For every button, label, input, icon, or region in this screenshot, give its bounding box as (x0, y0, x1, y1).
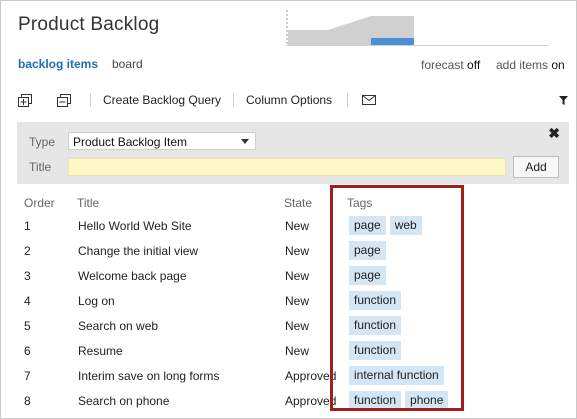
row-state: New (285, 219, 310, 233)
tab-board[interactable]: board (112, 57, 143, 71)
table-row[interactable]: 8 Search on phone Approved function phone (0, 388, 577, 413)
type-select-value: Product Backlog Item (73, 135, 188, 149)
row-title[interactable]: Resume (78, 344, 123, 358)
row-title[interactable]: Interim save on long forms (78, 369, 219, 383)
row-order: 1 (24, 219, 31, 233)
add-button[interactable]: Add (513, 156, 559, 178)
row-title[interactable]: Change the initial view (78, 244, 198, 258)
row-order: 7 (24, 369, 31, 383)
row-title[interactable]: Hello World Web Site (78, 219, 192, 233)
chevron-down-icon (241, 139, 249, 144)
row-order: 6 (24, 344, 31, 358)
table-row[interactable]: 4 Log on New function (0, 288, 577, 313)
table-row[interactable]: 6 Resume New function (0, 338, 577, 363)
row-title[interactable]: Welcome back page (78, 269, 187, 283)
tab-backlog-items[interactable]: backlog items (18, 57, 98, 71)
row-order: 5 (24, 319, 31, 333)
toolbar-divider (347, 93, 348, 107)
close-icon[interactable]: ✖ (548, 125, 560, 142)
add-items-label: add items (496, 58, 549, 72)
add-item-panel: Type Product Backlog Item ✖ Title Add (17, 122, 569, 184)
column-header-order[interactable]: Order (24, 196, 55, 210)
row-state: New (285, 244, 310, 258)
create-backlog-query-button[interactable]: Create Backlog Query (103, 93, 221, 107)
row-title[interactable]: Search on phone (78, 394, 169, 408)
column-options-button[interactable]: Column Options (246, 93, 332, 107)
toolbar-divider (233, 93, 234, 107)
table-row[interactable]: 2 Change the initial view New page (0, 238, 577, 263)
title-label: Title (29, 160, 52, 174)
forecast-label: forecast (421, 58, 464, 72)
row-state: Approved (285, 369, 337, 383)
row-state: New (285, 269, 310, 283)
collapse-all-icon[interactable] (57, 94, 71, 107)
row-state: New (285, 294, 310, 308)
email-icon[interactable] (362, 95, 376, 105)
table-row[interactable]: 1 Hello World Web Site New page web (0, 213, 577, 238)
forecast-value: off (467, 58, 481, 72)
row-title[interactable]: Log on (78, 294, 115, 308)
row-state: New (285, 344, 310, 358)
row-order: 8 (24, 394, 31, 408)
row-order: 3 (24, 269, 31, 283)
expand-all-icon[interactable] (18, 94, 32, 107)
type-label: Type (29, 135, 56, 149)
title-input[interactable] (68, 158, 506, 176)
table-row[interactable]: 5 Search on web New function (0, 313, 577, 338)
toolbar: Create Backlog Query Column Options (0, 86, 577, 114)
toolbar-divider (90, 93, 91, 107)
row-order: 4 (24, 294, 31, 308)
cumulative-flow-chart[interactable] (286, 10, 548, 46)
type-select[interactable]: Product Backlog Item (68, 132, 256, 150)
add-items-value: on (551, 58, 565, 72)
table-row[interactable]: 7 Interim save on long forms Approved in… (0, 363, 577, 388)
page-title: Product Backlog (18, 14, 160, 35)
tags-highlight-box (330, 185, 464, 411)
column-header-state[interactable]: State (284, 196, 312, 210)
row-title[interactable]: Search on web (78, 319, 158, 333)
table-row[interactable]: 3 Welcome back page New page (0, 263, 577, 288)
forecast-toggle[interactable]: forecast off (421, 58, 480, 72)
row-order: 2 (24, 244, 31, 258)
row-state: New (285, 319, 310, 333)
filter-icon[interactable] (559, 96, 568, 105)
add-items-toggle[interactable]: add items on (496, 58, 565, 72)
column-header-title[interactable]: Title (77, 196, 99, 210)
row-state: Approved (285, 394, 337, 408)
